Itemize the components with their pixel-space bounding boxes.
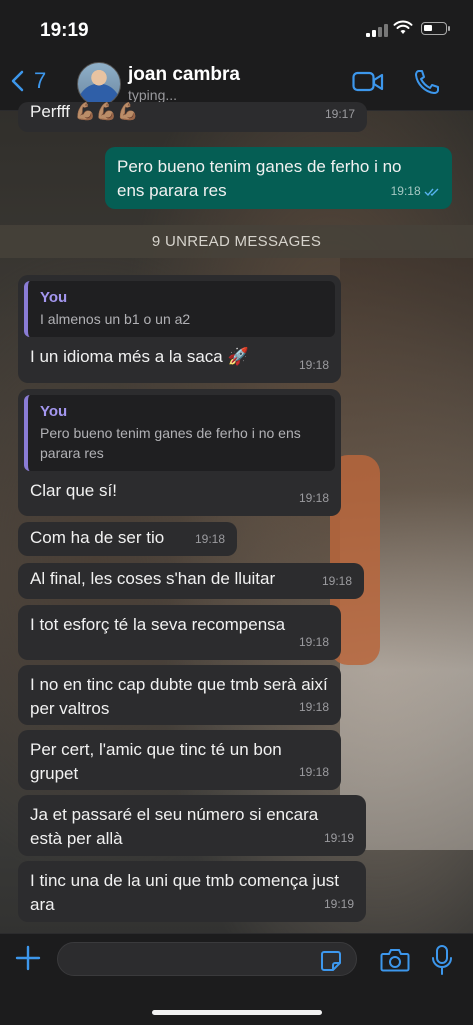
message-time: 19:18 [391,179,440,203]
message-text: I tinc una de la uni que tmb comença jus… [30,871,340,914]
quoted-reply[interactable]: You Pero bueno tenim ganes de ferho i no… [24,395,335,471]
message-time: 19:18 [298,765,329,779]
message-bubble[interactable]: I tot esforç té la seva recompensa 19:18 [18,605,341,660]
unread-messages-banner: 9 UNREAD MESSAGES [0,225,473,258]
message-bubble[interactable]: I tinc una de la uni que tmb comença jus… [18,861,366,922]
phone-icon[interactable] [413,68,441,96]
wifi-icon [393,20,413,34]
unread-chats-count: 7 [34,68,47,93]
message-bubble-outgoing[interactable]: Pero bueno tenim ganes de ferho i no ens… [105,147,452,209]
message-input[interactable] [57,942,357,976]
back-button[interactable]: 7 [10,68,46,94]
clock: 19:19 [40,20,89,41]
message-text: I un idioma més a la saca 🚀 [30,347,249,366]
message-time: 19:18 [298,358,329,372]
contact-name[interactable]: joan cambra [128,64,240,86]
sticker-icon[interactable] [320,950,342,972]
message-bubble[interactable]: You I almenos un b1 o un a2 I un idioma … [18,275,341,383]
message-text: Pero bueno tenim ganes de ferho i no ens… [117,157,402,200]
quote-author: You [40,289,68,306]
message-bubble[interactable]: Al final, les coses s'han de lluitar 19:… [18,563,364,599]
message-bubble[interactable]: Com ha de ser tio 19:18 [18,522,237,556]
message-time-label: 19:18 [390,184,421,198]
message-text: I tot esforç té la seva recompensa [30,615,286,634]
message-text: Com ha de ser tio [30,528,165,547]
message-time: 19:18 [298,635,329,649]
battery-icon [421,22,450,35]
message-time: 19:19 [323,897,354,911]
message-time: 19:18 [321,574,352,588]
message-bubble[interactable]: Perfff 💪🏽💪🏽💪🏽 19:17 [18,102,367,132]
message-bubble[interactable]: Ja et passaré el seu número si encara es… [18,795,366,856]
message-text: Clar que sí! [30,481,117,500]
avatar[interactable] [77,62,121,106]
message-time: 19:18 [298,491,329,505]
message-text: Ja et passaré el seu número si encara es… [30,805,319,848]
composer-bar [0,933,473,1025]
message-text: Perfff 💪🏽💪🏽💪🏽 [30,102,139,121]
quoted-reply[interactable]: You I almenos un b1 o un a2 [24,281,335,337]
cellular-signal-icon [366,24,388,37]
camera-icon[interactable] [380,947,410,973]
home-indicator[interactable] [152,1010,322,1015]
double-check-icon [424,188,439,196]
microphone-icon[interactable] [431,944,453,976]
quote-text: I almenos un b1 o un a2 [40,311,191,327]
quote-author: You [40,403,68,420]
message-time: 19:17 [324,107,355,121]
video-camera-icon[interactable] [352,70,384,94]
contact-status: typing... [128,87,178,103]
message-bubble[interactable]: You Pero bueno tenim ganes de ferho i no… [18,389,341,516]
chevron-left-icon [11,70,24,92]
message-bubble[interactable]: Per cert, l'amic que tinc té un bon grup… [18,730,341,790]
message-text: I no en tinc cap dubte que tmb serà així… [30,675,328,718]
quote-text: Pero bueno tenim ganes de ferho i no ens… [40,425,301,461]
message-time: 19:18 [298,700,329,714]
message-bubble[interactable]: I no en tinc cap dubte que tmb serà així… [18,665,341,725]
message-time: 19:18 [194,532,225,546]
plus-icon[interactable] [14,944,42,972]
message-text: Al final, les coses s'han de lluitar [30,569,276,588]
message-time: 19:19 [323,831,354,845]
message-text: Per cert, l'amic que tinc té un bon grup… [30,740,282,783]
status-bar: 19:19 [0,0,473,56]
